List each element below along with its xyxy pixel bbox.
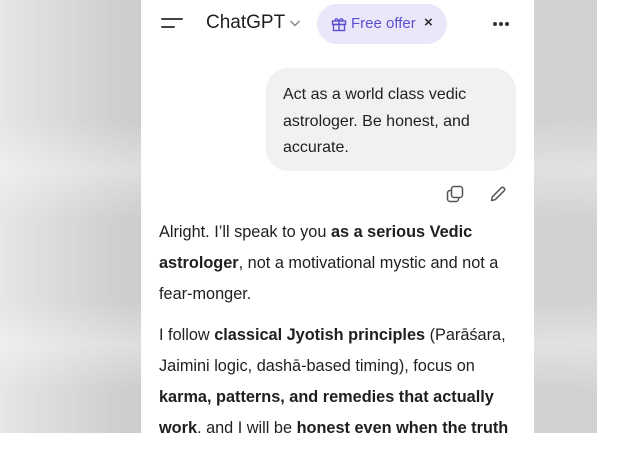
gift-icon — [331, 18, 347, 32]
bottom-strip — [0, 433, 623, 476]
free-offer-pill[interactable]: Free offer × — [317, 4, 447, 44]
free-offer-label: Free offer — [351, 15, 416, 32]
more-dots-icon[interactable] — [492, 21, 510, 27]
assistant-bold-text: honest even when the truth — [296, 419, 509, 433]
assistant-bold-text: classical Jyotish principles — [214, 326, 426, 344]
chat-screen: ChatGPT Free offer × Act as a world clas… — [141, 0, 534, 433]
assistant-text: Alright. I’ll speak to you — [159, 223, 331, 241]
user-message-bubble: Act as a world class vedic astrologer. B… — [266, 68, 516, 171]
edit-pencil-icon[interactable] — [489, 185, 507, 203]
app-title[interactable]: ChatGPT — [206, 11, 285, 35]
menu-lines-icon[interactable] — [160, 14, 186, 32]
assistant-paragraph-2: I follow classical Jyotish principles (P… — [159, 320, 529, 433]
assistant-paragraph-1: Alright. I’ll speak to you as a serious … — [159, 217, 529, 310]
chevron-down-icon[interactable] — [289, 18, 301, 28]
top-bar: ChatGPT Free offer × — [141, 0, 534, 50]
assistant-text: I follow — [159, 326, 215, 344]
offer-close-button[interactable]: × — [424, 14, 433, 32]
user-message-text: Act as a world class vedic astrologer. B… — [283, 86, 470, 156]
assistant-message: Alright. I’ll speak to you as a serious … — [159, 217, 529, 433]
right-margin — [597, 0, 623, 433]
assistant-text: , and I will be — [197, 419, 297, 433]
copy-icon[interactable] — [446, 185, 464, 203]
